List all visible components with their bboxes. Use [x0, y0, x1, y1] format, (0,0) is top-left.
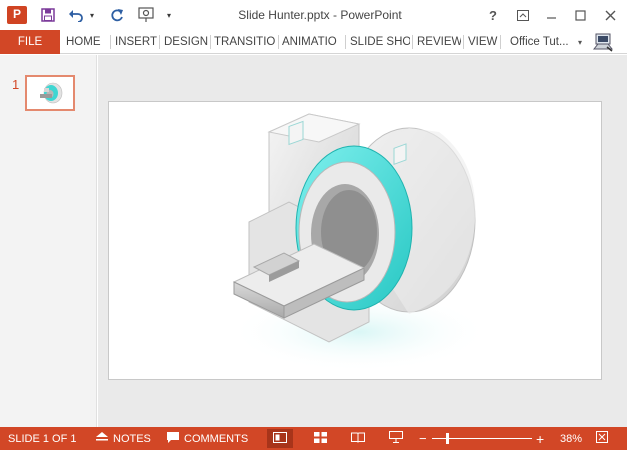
tab-separator	[345, 35, 346, 49]
start-from-beginning-icon[interactable]	[135, 6, 157, 24]
tab-separator	[159, 35, 160, 49]
tab-design[interactable]: DESIGN	[164, 30, 208, 54]
slide-thumbnail-pane: 1	[0, 55, 97, 427]
slide-editing-area	[98, 55, 627, 427]
slide-sorter-button[interactable]	[307, 429, 333, 448]
tab-separator	[110, 35, 111, 49]
fit-to-window-icon	[596, 431, 608, 446]
tab-separator	[500, 35, 501, 49]
tab-separator	[412, 35, 413, 49]
notes-button[interactable]: NOTES	[96, 427, 151, 450]
tab-insert[interactable]: INSERT	[115, 30, 157, 54]
notes-icon	[96, 432, 108, 445]
minimize-icon[interactable]	[537, 4, 565, 26]
zoom-slider-thumb[interactable]	[446, 433, 449, 444]
ribbon-tab-bar: FILE HOME INSERT DESIGN TRANSITIO ANIMAT…	[0, 30, 627, 54]
save-icon[interactable]	[38, 6, 58, 24]
reading-view-icon	[351, 432, 365, 446]
close-icon[interactable]	[596, 4, 624, 26]
powerpoint-app-icon[interactable]: P	[7, 6, 27, 24]
tab-review[interactable]: REVIEW	[417, 30, 461, 54]
ribbon-display-options-icon[interactable]	[509, 4, 537, 26]
undo-icon[interactable]	[66, 6, 86, 24]
comments-button[interactable]: COMMENTS	[167, 427, 248, 450]
slide-thumbnail[interactable]	[25, 75, 75, 111]
account-name[interactable]: Office Tut...	[510, 30, 569, 54]
account-dropdown-icon[interactable]: ▾	[578, 38, 582, 47]
normal-view-button[interactable]	[267, 429, 293, 448]
current-slide[interactable]	[108, 101, 602, 380]
fit-slide-button[interactable]	[592, 429, 612, 448]
maximize-icon[interactable]	[566, 4, 594, 26]
tab-transitions[interactable]: TRANSITIO	[214, 30, 276, 54]
tab-view[interactable]: VIEW	[468, 30, 498, 54]
mri-scanner-illustration[interactable]	[109, 102, 603, 381]
undo-dropdown-icon[interactable]: ▾	[87, 6, 97, 24]
comments-label: COMMENTS	[184, 432, 249, 445]
tab-home[interactable]: HOME	[66, 30, 108, 54]
status-bar: SLIDE 1 OF 1 NOTES COMMENTS − + 38%	[0, 427, 627, 450]
slide-number: 1	[12, 77, 20, 92]
slide-indicator: SLIDE 1 OF 1	[8, 432, 77, 445]
normal-view-icon	[273, 431, 287, 446]
tab-separator	[210, 35, 211, 49]
window-title: Slide Hunter.pptx - PowerPoint	[238, 8, 402, 22]
notes-label: NOTES	[113, 432, 151, 445]
tab-animations[interactable]: ANIMATIO	[282, 30, 342, 54]
zoom-in-button[interactable]: +	[536, 427, 544, 450]
tab-slide-show[interactable]: SLIDE SHO	[350, 30, 410, 54]
reading-view-button[interactable]	[345, 429, 371, 448]
tab-separator	[278, 35, 279, 49]
title-bar: P ▾ ▾ Slide Hunter.pptx - PowerPoint ?	[0, 0, 627, 30]
zoom-out-button[interactable]: −	[419, 427, 427, 450]
slide-sorter-icon	[313, 431, 327, 446]
help-button[interactable]: ?	[479, 4, 507, 26]
tab-file[interactable]: FILE	[0, 30, 60, 54]
slide-thumbnail-preview	[29, 79, 71, 107]
customize-toolbar-icon[interactable]: ▾	[163, 6, 175, 24]
redo-icon[interactable]	[107, 6, 127, 24]
slide-show-button[interactable]	[383, 429, 409, 448]
zoom-level[interactable]: 38%	[560, 427, 582, 450]
slide-show-icon	[389, 431, 403, 446]
comment-icon	[167, 431, 179, 446]
avatar[interactable]	[592, 32, 614, 52]
tab-separator	[463, 35, 464, 49]
